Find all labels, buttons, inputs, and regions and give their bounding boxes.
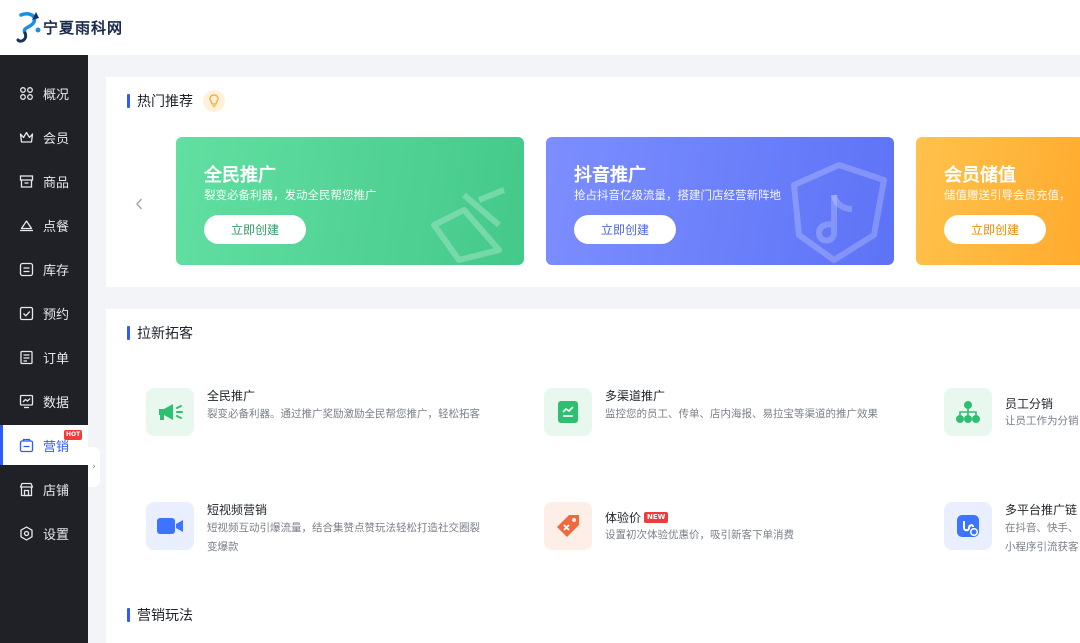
sidebar-item-label: 点餐: [43, 219, 70, 235]
sidebar-item-label: 设置: [43, 527, 70, 543]
promo-card-douyin[interactable]: 抖音推广 抢占抖音亿级流量，搭建门店经营新阵地 立即创建: [546, 137, 894, 265]
sidebar-item-label: 会员: [43, 131, 70, 147]
sidebar-item-label: 预约: [43, 307, 70, 323]
sidebar-item-label: 库存: [43, 263, 70, 279]
inventory-icon: [19, 262, 34, 276]
calendar-check-icon: [19, 306, 34, 320]
lightbulb-icon: [203, 90, 225, 112]
logo-text: 宁夏雨科网: [43, 19, 124, 37]
chevron-right-icon: ›: [92, 462, 96, 472]
sidebar-item-label: 数据: [43, 395, 70, 411]
sidebar-item-booking[interactable]: 预约: [0, 293, 88, 333]
sidebar-item-inventory[interactable]: 库存: [0, 249, 88, 289]
link-icon: [944, 502, 992, 550]
hot-badge: HOT: [64, 430, 83, 440]
megaphone-decoration-icon: [431, 187, 506, 263]
feature-name: 员工分销: [1005, 397, 1054, 411]
sidebar-item-overview[interactable]: 概况: [0, 73, 88, 113]
feature-desc: 设置初次体验优惠价，吸引新客下单消费: [605, 529, 794, 541]
chart-screen-icon: [19, 394, 34, 408]
promo-title: 全民推广: [204, 165, 276, 186]
order-list-icon: [20, 350, 33, 364]
shop-box-icon: [19, 174, 34, 188]
sidebar-item-marketing[interactable]: 营销 HOT: [0, 425, 88, 465]
feature-name: 短视频营销: [207, 503, 268, 517]
crown-icon: [19, 131, 34, 143]
sidebar-item-label: 店铺: [43, 483, 70, 499]
feature-name: 多渠道推广: [605, 389, 666, 403]
create-now-button[interactable]: 立即创建: [574, 215, 676, 244]
feature-desc: 监控您的员工、传单、店内海报、易拉宝等渠道的推广效果: [605, 408, 878, 420]
sidebar-item-label: 订单: [43, 351, 70, 367]
carousel-prev-button[interactable]: [134, 196, 144, 215]
feature-desc: 让员工作为分销: [1005, 415, 1079, 427]
top-header: 宁夏雨科网: [0, 0, 1080, 55]
team-tree-icon: [944, 388, 992, 436]
sidebar-item-orders[interactable]: 订单: [0, 337, 88, 377]
feature-name: 体验价 NEW: [605, 509, 669, 526]
logo[interactable]: 宁夏雨科网: [16, 10, 123, 46]
sidebar-item-settings[interactable]: 设置: [0, 513, 88, 553]
sidebar-item-member[interactable]: 会员: [0, 117, 88, 157]
sidebar-collapse-handle[interactable]: ›: [88, 447, 100, 487]
feature-name: 多平台推广链: [1005, 503, 1078, 517]
promo-desc: 抢占抖音亿级流量，搭建门店经营新阵地: [574, 188, 781, 202]
sidebar-item-label: 商品: [43, 175, 70, 191]
sidebar: 概况 会员 商品 点餐 库存 预约 订单 数据 营销 HOT 店铺 设置: [0, 55, 88, 643]
feature-desc: 短视频互动引爆流量，结合集赞点赞玩法轻松打造社交圈裂变爆款: [207, 522, 480, 553]
sidebar-item-store[interactable]: 店铺: [0, 469, 88, 509]
settings-icon: [20, 525, 33, 541]
acquire-section-title: 拉新拓客: [127, 323, 193, 343]
play-section-title: 营销玩法: [127, 605, 193, 625]
grid-icon: [20, 86, 33, 100]
feature-desc: 裂变必备利器。通过推广奖励激励全民帮您推广，轻松拓客: [207, 408, 480, 420]
video-camera-icon: [146, 502, 194, 550]
chevron-left-icon: [136, 198, 143, 210]
feature-referral[interactable]: 全民推广 裂变必备利器。通过推广奖励激励全民帮您推广，轻松拓客: [146, 388, 486, 438]
feature-multiplatform-link[interactable]: 多平台推广链 在抖音、快手、小程序引流获客: [944, 502, 1080, 553]
megaphone-icon: [146, 388, 194, 436]
promo-card-stored-value[interactable]: 会员储值 储值赠送引导会员充值， 立即创建: [916, 137, 1080, 265]
feature-staff-distribution[interactable]: 员工分销 让员工作为分销: [944, 388, 1080, 438]
feature-short-video[interactable]: 短视频营销 短视频互动引爆流量，结合集赞点赞玩法轻松打造社交圈裂变爆款: [146, 502, 486, 553]
create-now-button[interactable]: 立即创建: [944, 215, 1046, 244]
create-now-button[interactable]: 立即创建: [204, 215, 306, 244]
sidebar-item-ordering[interactable]: 点餐: [0, 205, 88, 245]
promo-desc: 裂变必备利器，发动全民帮您推广: [204, 188, 377, 202]
price-tag-icon: [544, 502, 592, 550]
channel-doc-icon: [544, 388, 592, 436]
logo-icon: [16, 11, 41, 43]
feature-multichannel[interactable]: 多渠道推广 监控您的员工、传单、店内海报、易拉宝等渠道的推广效果: [544, 388, 884, 438]
promo-title: 会员储值: [944, 165, 1016, 186]
acquire-panel: [106, 309, 1080, 643]
promo-title: 抖音推广: [574, 165, 646, 186]
sidebar-item-label: 概况: [43, 87, 70, 103]
feature-name: 全民推广: [207, 389, 256, 403]
douyin-shield-decoration-icon: [791, 162, 887, 263]
sidebar-item-data[interactable]: 数据: [0, 381, 88, 421]
dish-cover-icon: [20, 219, 33, 231]
feature-trial-price[interactable]: 体验价 NEW 设置初次体验优惠价，吸引新客下单消费: [544, 502, 884, 552]
new-badge: NEW: [644, 512, 669, 523]
feature-desc: 在抖音、快手、小程序引流获客: [1005, 522, 1079, 553]
promo-desc: 储值赠送引导会员充值，: [944, 188, 1071, 202]
marketing-icon: [19, 438, 34, 452]
hot-section-title: 热门推荐: [127, 90, 225, 112]
store-icon: [19, 482, 34, 496]
sidebar-item-goods[interactable]: 商品: [0, 161, 88, 201]
promo-card-referral[interactable]: 全民推广 裂变必备利器，发动全民帮您推广 立即创建: [176, 137, 524, 265]
